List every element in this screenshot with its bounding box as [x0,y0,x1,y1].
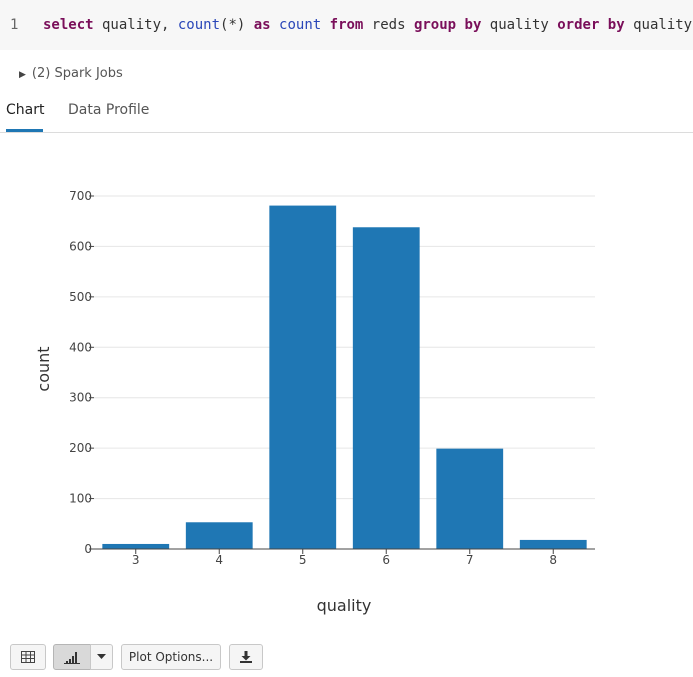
sql-query[interactable]: select quality, count(*) as count from r… [43,17,693,33]
tab-chart[interactable]: Chart [6,102,44,118]
code-token: count [177,17,221,33]
code-token: (*) [220,17,254,33]
bar-chart-icon [64,651,80,664]
bar-quality-8 [519,539,587,549]
code-token: reds [363,17,414,33]
chevron-down-icon [97,654,106,659]
x-tick-label: 6 [382,553,390,567]
code-token: count [279,17,322,33]
bar-quality-6 [352,227,420,549]
y-tick-label: 200 [69,441,92,455]
y-tick-label: 600 [69,239,92,253]
triangle-right-icon: ▶ [19,70,26,80]
spark-jobs-label: (2) Spark Jobs [31,66,123,81]
bar-quality-7 [436,448,504,549]
y-axis-label: count [34,346,53,391]
bar-chart: 0 100 200 300 400 500 600 700 3 4 5 6 7 8 count quali… [34,189,595,615]
chart-type-dropdown[interactable] [90,644,113,670]
code-token: quality; [624,17,693,33]
y-tick-label: 300 [69,391,92,405]
table-view-button[interactable] [10,644,46,670]
x-tick-label: 8 [549,553,557,567]
y-tick-label: 400 [69,340,92,354]
table-icon [21,651,35,663]
y-tick-label: 0 [84,542,92,556]
line-number: 1 [10,17,19,33]
code-token: group by [413,17,482,33]
code-token: from [329,17,364,33]
x-axis-label: quality [317,596,372,615]
code-token: quality [481,17,558,33]
bar-quality-4 [185,522,253,549]
y-tick-label: 700 [69,189,92,203]
bar-quality-5 [269,205,337,549]
active-tab-indicator [6,129,43,132]
code-token: as [253,17,271,33]
plot-options-button[interactable]: Plot Options... [121,644,221,670]
y-tick-label: 100 [69,492,92,506]
tab-data-profile[interactable]: Data Profile [68,102,149,118]
x-tick-label: 4 [215,553,223,567]
code-token: quality, [93,17,178,33]
spark-jobs-toggle[interactable]: ▶ (2) Spark Jobs [19,66,123,81]
code-cell[interactable]: 1 select quality, count(*) as count from… [0,0,693,50]
code-token: order by [557,17,625,33]
bar-quality-3 [102,543,170,549]
download-button[interactable] [229,644,263,670]
x-tick-label: 5 [299,553,307,567]
bar-chart-view-button[interactable] [53,644,91,670]
result-tabs: Chart Data Profile [0,96,693,133]
x-tick-label: 7 [466,553,474,567]
code-token: select [43,17,94,33]
y-tick-label: 500 [69,290,92,304]
x-tick-label: 3 [132,553,140,567]
download-icon [240,651,252,663]
